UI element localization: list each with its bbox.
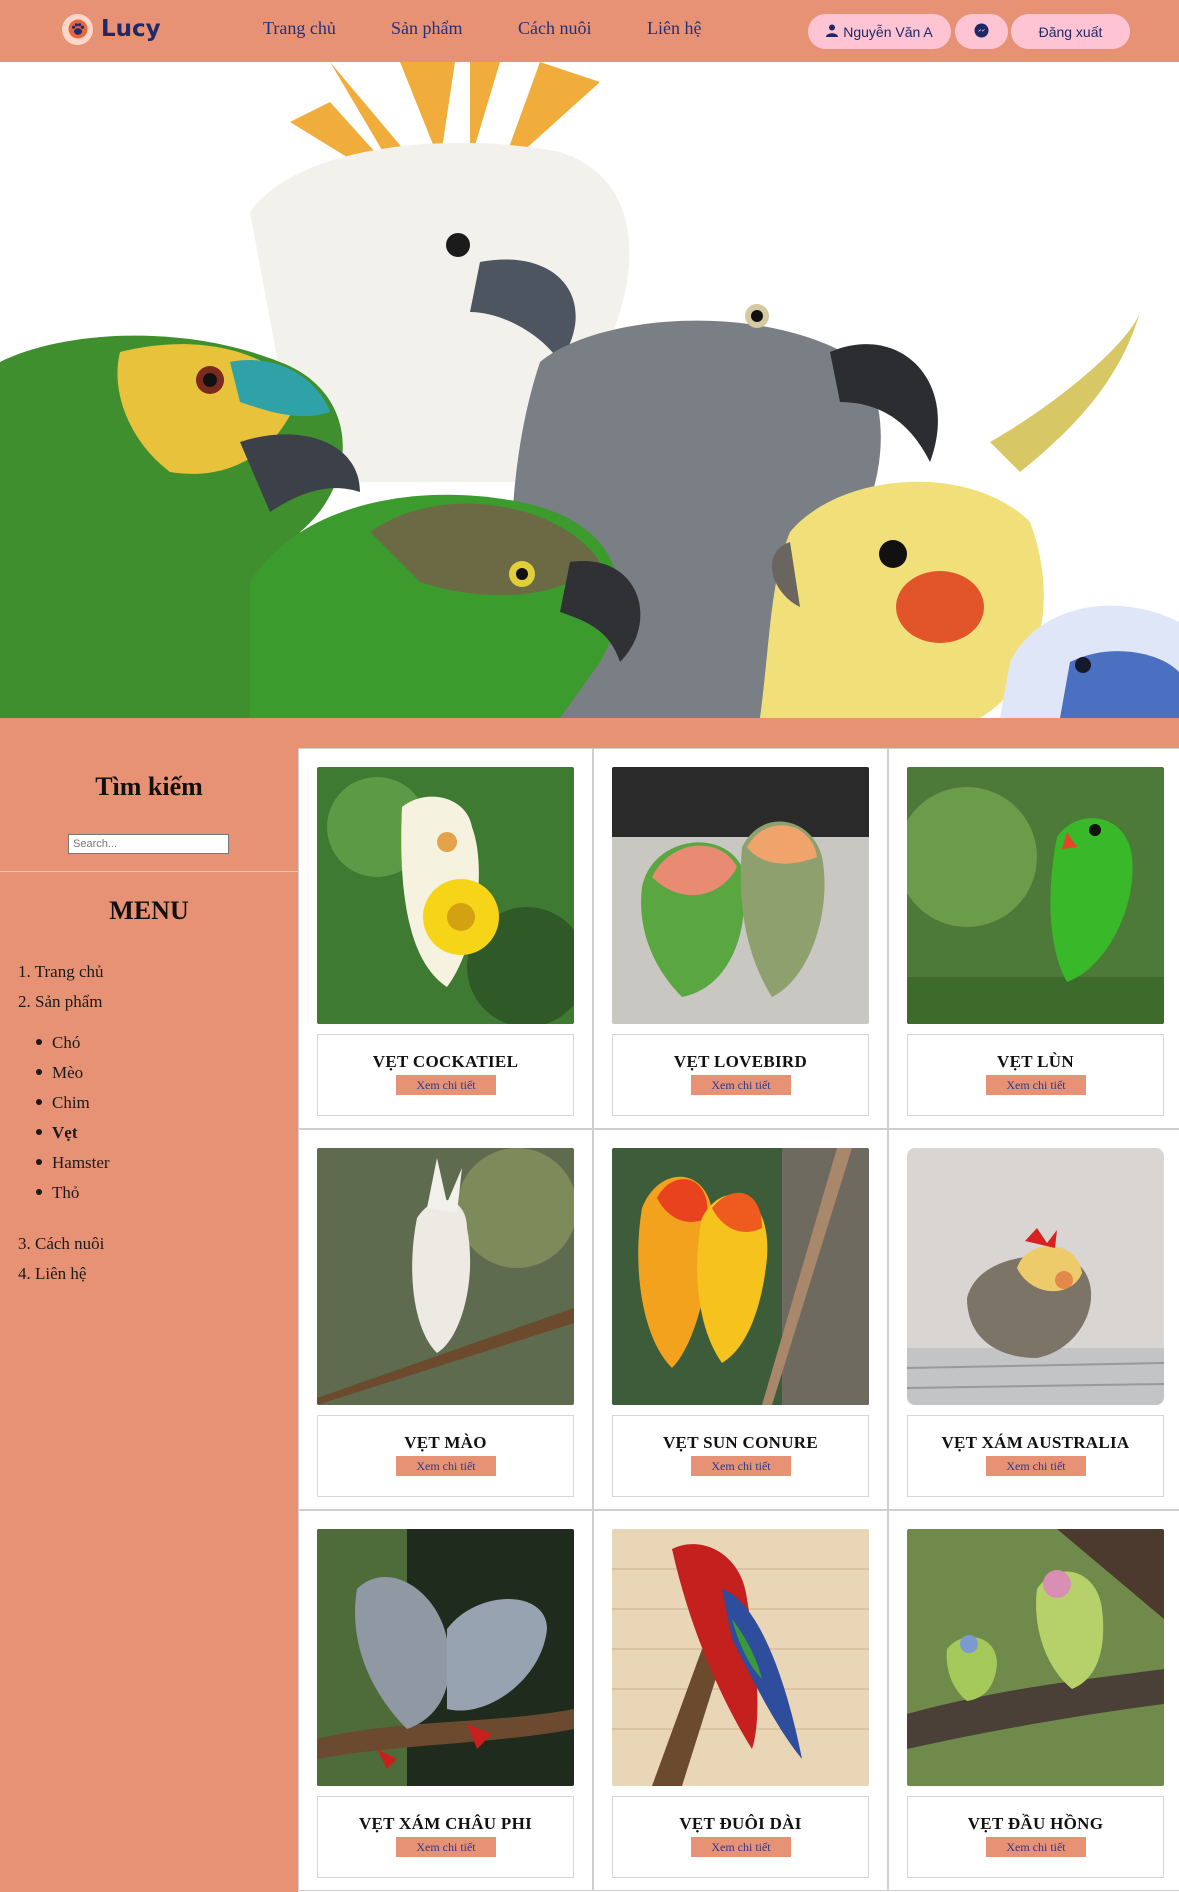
bullet bbox=[36, 1099, 42, 1106]
hero-banner bbox=[0, 62, 1179, 718]
messenger-button[interactable] bbox=[955, 14, 1008, 49]
product-card: VẸT XÁM AUSTRALIA Xem chi tiết bbox=[888, 1129, 1179, 1510]
paw-icon bbox=[62, 13, 93, 45]
product-card: VẸT MÀO Xem chi tiết bbox=[298, 1129, 593, 1510]
sub-item-label: Chó bbox=[52, 1033, 81, 1052]
product-card: VẸT ĐUÔI DÀI Xem chi tiết bbox=[593, 1510, 888, 1891]
menu-number: 2. bbox=[18, 992, 31, 1011]
product-image[interactable] bbox=[317, 767, 574, 1024]
nav-link-san-pham[interactable]: Sản phẩm bbox=[391, 18, 463, 39]
product-image[interactable] bbox=[907, 767, 1164, 1024]
menu-number: 3. bbox=[18, 1234, 31, 1253]
sub-item-vet[interactable]: Vẹt bbox=[36, 1123, 77, 1143]
product-image[interactable] bbox=[612, 1148, 869, 1405]
search-title: Tìm kiếm bbox=[95, 772, 203, 801]
product-image[interactable] bbox=[907, 1148, 1164, 1405]
view-detail-button[interactable]: Xem chi tiết bbox=[986, 1837, 1086, 1857]
product-info: VẸT COCKATIEL Xem chi tiết bbox=[317, 1034, 574, 1116]
product-image[interactable] bbox=[317, 1529, 574, 1786]
user-icon bbox=[826, 24, 839, 40]
product-name: VẸT XÁM CHÂU PHI bbox=[358, 1814, 533, 1833]
view-detail-button[interactable]: Xem chi tiết bbox=[396, 1837, 496, 1857]
menu-label: Liên hệ bbox=[35, 1264, 87, 1283]
product-name: VẸT SUN CONURE bbox=[662, 1433, 819, 1452]
product-info: VẸT MÀO Xem chi tiết bbox=[317, 1415, 574, 1497]
bullet bbox=[36, 1189, 42, 1196]
user-name: Nguyễn Văn A bbox=[843, 23, 933, 40]
product-name: VẸT ĐUÔI DÀI bbox=[679, 1814, 802, 1833]
product-info: VẸT LÙN Xem chi tiết bbox=[907, 1034, 1164, 1116]
view-detail-button[interactable]: Xem chi tiết bbox=[986, 1456, 1086, 1476]
view-detail-button[interactable]: Xem chi tiết bbox=[691, 1837, 791, 1857]
menu-item-cach-nuoi[interactable]: 3. Cách nuôi bbox=[18, 1234, 104, 1254]
product-info: VẸT ĐẦU HỒNG Xem chi tiết bbox=[907, 1796, 1164, 1878]
product-name: VẸT MÀO bbox=[404, 1433, 487, 1452]
menu-number: 1. bbox=[18, 962, 31, 981]
section-band bbox=[0, 718, 1179, 748]
sub-item-hamster[interactable]: Hamster bbox=[36, 1153, 110, 1173]
product-card: VẸT XÁM CHÂU PHI Xem chi tiết bbox=[298, 1510, 593, 1891]
sub-item-label: Mèo bbox=[52, 1063, 84, 1082]
product-info: VẸT SUN CONURE Xem chi tiết bbox=[612, 1415, 869, 1497]
menu-item-trang-chu[interactable]: 1. Trang chủ bbox=[18, 962, 104, 982]
product-name: VẸT ĐẦU HỒNG bbox=[967, 1814, 1104, 1833]
product-image[interactable] bbox=[317, 1148, 574, 1405]
sub-item-cho[interactable]: Chó bbox=[36, 1033, 80, 1053]
product-info: VẸT XÁM AUSTRALIA Xem chi tiết bbox=[907, 1415, 1164, 1497]
sub-item-chim[interactable]: Chim bbox=[36, 1093, 90, 1113]
sidebar: Tìm kiếm MENU 1. Trang chủ 2. Sản phẩm C… bbox=[0, 748, 298, 1892]
view-detail-button[interactable]: Xem chi tiết bbox=[396, 1075, 496, 1095]
product-image[interactable] bbox=[612, 1529, 869, 1786]
bullet bbox=[36, 1069, 42, 1076]
view-detail-button[interactable]: Xem chi tiết bbox=[986, 1075, 1086, 1095]
top-navbar: Lucy Trang chủ Sản phẩm Cách nuôi Liên h… bbox=[0, 0, 1179, 62]
product-card: VẸT SUN CONURE Xem chi tiết bbox=[593, 1129, 888, 1510]
product-info: VẸT LOVEBIRD Xem chi tiết bbox=[612, 1034, 869, 1116]
product-image[interactable] bbox=[612, 767, 869, 1024]
messenger-icon bbox=[974, 23, 989, 41]
product-card: VẸT ĐẦU HỒNG Xem chi tiết bbox=[888, 1510, 1179, 1891]
product-info: VẸT ĐUÔI DÀI Xem chi tiết bbox=[612, 1796, 869, 1878]
logout-button[interactable]: Đăng xuất bbox=[1011, 14, 1130, 49]
menu-title: MENU bbox=[109, 896, 189, 925]
bullet bbox=[36, 1159, 42, 1166]
menu-item-san-pham[interactable]: 2. Sản phẩm bbox=[18, 992, 103, 1012]
product-name: VẸT COCKATIEL bbox=[372, 1052, 519, 1071]
sub-item-label: Chim bbox=[52, 1093, 90, 1112]
bullet bbox=[36, 1039, 42, 1046]
menu-label: Sản phẩm bbox=[35, 992, 103, 1011]
product-grid: VẸT COCKATIEL Xem chi tiết VẸT LOVEBIRD … bbox=[298, 748, 1179, 1892]
nav-link-trang-chu[interactable]: Trang chủ bbox=[263, 18, 336, 39]
product-image[interactable] bbox=[907, 1529, 1164, 1786]
brand-logo[interactable]: Lucy bbox=[62, 11, 161, 47]
view-detail-button[interactable]: Xem chi tiết bbox=[691, 1456, 791, 1476]
view-detail-button[interactable]: Xem chi tiết bbox=[691, 1075, 791, 1095]
product-name: VẸT LOVEBIRD bbox=[673, 1052, 808, 1071]
bullet bbox=[36, 1129, 42, 1136]
product-card: VẸT LÙN Xem chi tiết bbox=[888, 748, 1179, 1129]
menu-number: 4. bbox=[18, 1264, 31, 1283]
nav-link-cach-nuoi[interactable]: Cách nuôi bbox=[518, 18, 592, 39]
search-input[interactable] bbox=[68, 834, 229, 854]
menu-label: Cách nuôi bbox=[35, 1234, 105, 1253]
product-name: VẸT XÁM AUSTRALIA bbox=[941, 1433, 1130, 1452]
menu-label: Trang chủ bbox=[34, 962, 104, 981]
sub-item-label: Thỏ bbox=[52, 1183, 80, 1202]
nav-link-lien-he[interactable]: Liên hệ bbox=[647, 18, 701, 39]
view-detail-button[interactable]: Xem chi tiết bbox=[396, 1456, 496, 1476]
sub-item-label: Hamster bbox=[52, 1153, 110, 1172]
sub-item-label: Vẹt bbox=[52, 1123, 78, 1142]
sub-item-meo[interactable]: Mèo bbox=[36, 1063, 83, 1083]
user-account-button[interactable]: Nguyễn Văn A bbox=[808, 14, 951, 49]
product-info: VẸT XÁM CHÂU PHI Xem chi tiết bbox=[317, 1796, 574, 1878]
brand-name: Lucy bbox=[101, 16, 161, 42]
sidebar-divider bbox=[0, 871, 298, 872]
parrots-hero-image bbox=[0, 62, 1179, 718]
product-name: VẸT LÙN bbox=[997, 1052, 1074, 1071]
product-card: VẸT LOVEBIRD Xem chi tiết bbox=[593, 748, 888, 1129]
sub-item-tho[interactable]: Thỏ bbox=[36, 1183, 79, 1203]
menu-item-lien-he[interactable]: 4. Liên hệ bbox=[18, 1264, 86, 1284]
product-card: VẸT COCKATIEL Xem chi tiết bbox=[298, 748, 593, 1129]
